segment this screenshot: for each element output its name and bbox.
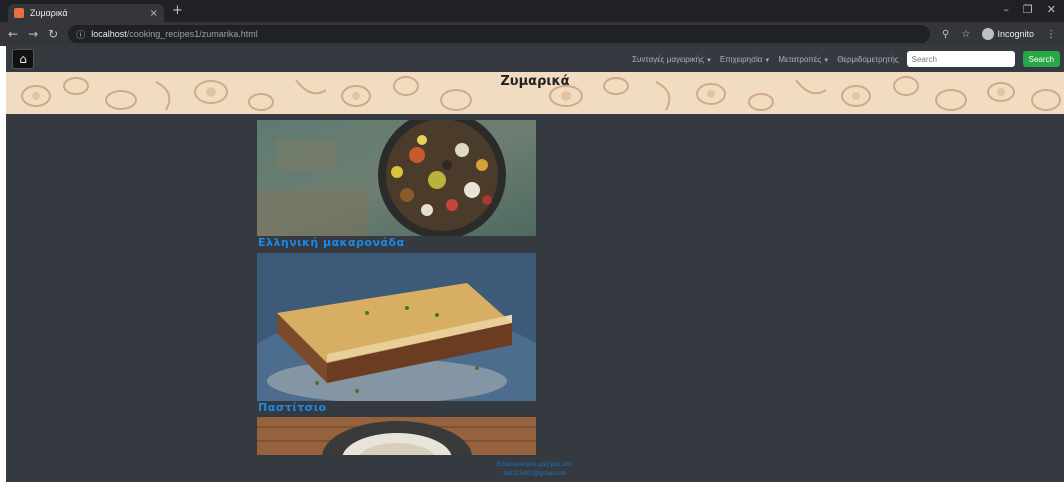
page-title: Ζυμαρικά [500,74,570,89]
back-arrow-icon[interactable]: ← [8,27,18,41]
search-button[interactable]: Search [1022,51,1060,67]
nav-dropdown-conversions[interactable]: Μετατροπές ▼ [778,55,829,64]
incognito-label: Incognito [997,29,1034,39]
window-controls: – ❐ ✕ [1003,3,1056,16]
incognito-icon [982,28,995,40]
zoom-icon[interactable]: ⚲ [942,29,949,40]
recipe-title-link[interactable]: Παστίτσιο [258,401,327,414]
tab-close-icon[interactable]: × [150,8,158,19]
browser-tab[interactable]: Ζυμαρικά × [8,4,164,22]
pasta-plate-image [257,417,536,455]
tab-title: Ζυμαρικά [30,8,68,18]
reload-icon[interactable]: ↻ [48,27,58,41]
site-favicon-icon [14,8,24,18]
recipe-image-pastitsio[interactable] [257,253,536,401]
home-icon: ⌂ [19,52,27,66]
browser-menu-icon[interactable]: ⋮ [1046,29,1056,40]
pastitsio-image [257,253,536,401]
nav-dropdown-label: Επιχειρησία [719,54,763,64]
new-tab-button[interactable]: + [172,3,183,18]
site-navbar: ⌂ Συνταγές μαγειρικής ▼ Επιχειρησία ▼ Μετα… [6,46,1064,72]
close-window-icon[interactable]: ✕ [1047,3,1056,16]
home-button[interactable]: ⌂ [12,49,34,69]
recipe-title-link[interactable]: Ελληνική μακαρονάδα [258,236,405,249]
nav-dropdown-recipes[interactable]: Συνταγές μαγειρικής ▼ [632,55,712,64]
contact-text: Επικοινωνήστε μαζί μας στο: [496,462,574,468]
url-input[interactable]: ⓘ localhost /cooking_recipes1/zumarika.h… [68,25,930,43]
recipe-image-third[interactable] [257,417,536,455]
nav-dropdown-business[interactable]: Επιχειρησία ▼ [720,55,770,64]
nav-dropdown-label: Συνταγές μαγειρικής [632,54,704,64]
caret-down-icon: ▼ [705,57,712,64]
url-host: localhost [91,29,127,39]
url-path: /cooking_recipes1/zumarika.html [126,29,258,39]
nav-link-calorie-counter[interactable]: Θερμιδομετρητής [837,55,898,64]
main-content: Ελληνική μακαρονάδα Παστίτσιο Επικοινωνή… [6,114,1064,482]
info-icon[interactable]: ⓘ [76,28,85,41]
search-input[interactable] [906,51,1015,67]
caret-down-icon: ▼ [823,57,830,64]
incognito-badge[interactable]: Incognito [982,28,1034,40]
contact-email-link[interactable]: tel1315007@gmail.com [6,470,1064,479]
caret-down-icon: ▼ [764,57,771,64]
page-banner: Ζυμαρικά [6,72,1064,114]
recipe-image-greek-pasta[interactable] [257,120,536,236]
browser-tab-bar: Ζυμαρικά × + – ❐ ✕ [0,0,1064,22]
contact-footer: Επικοινωνήστε μαζί μας στο: tel1315007@g… [6,461,1064,479]
minimize-icon[interactable]: – [1003,3,1009,16]
bookmark-star-icon[interactable]: ☆ [961,29,970,40]
nav-dropdown-label: Μετατροπές [778,54,822,64]
forward-arrow-icon[interactable]: → [28,27,38,41]
browser-address-bar: ← → ↻ ⓘ localhost /cooking_recipes1/zuma… [0,22,1064,46]
restore-icon[interactable]: ❐ [1023,3,1033,16]
pasta-salad-image [257,120,536,236]
